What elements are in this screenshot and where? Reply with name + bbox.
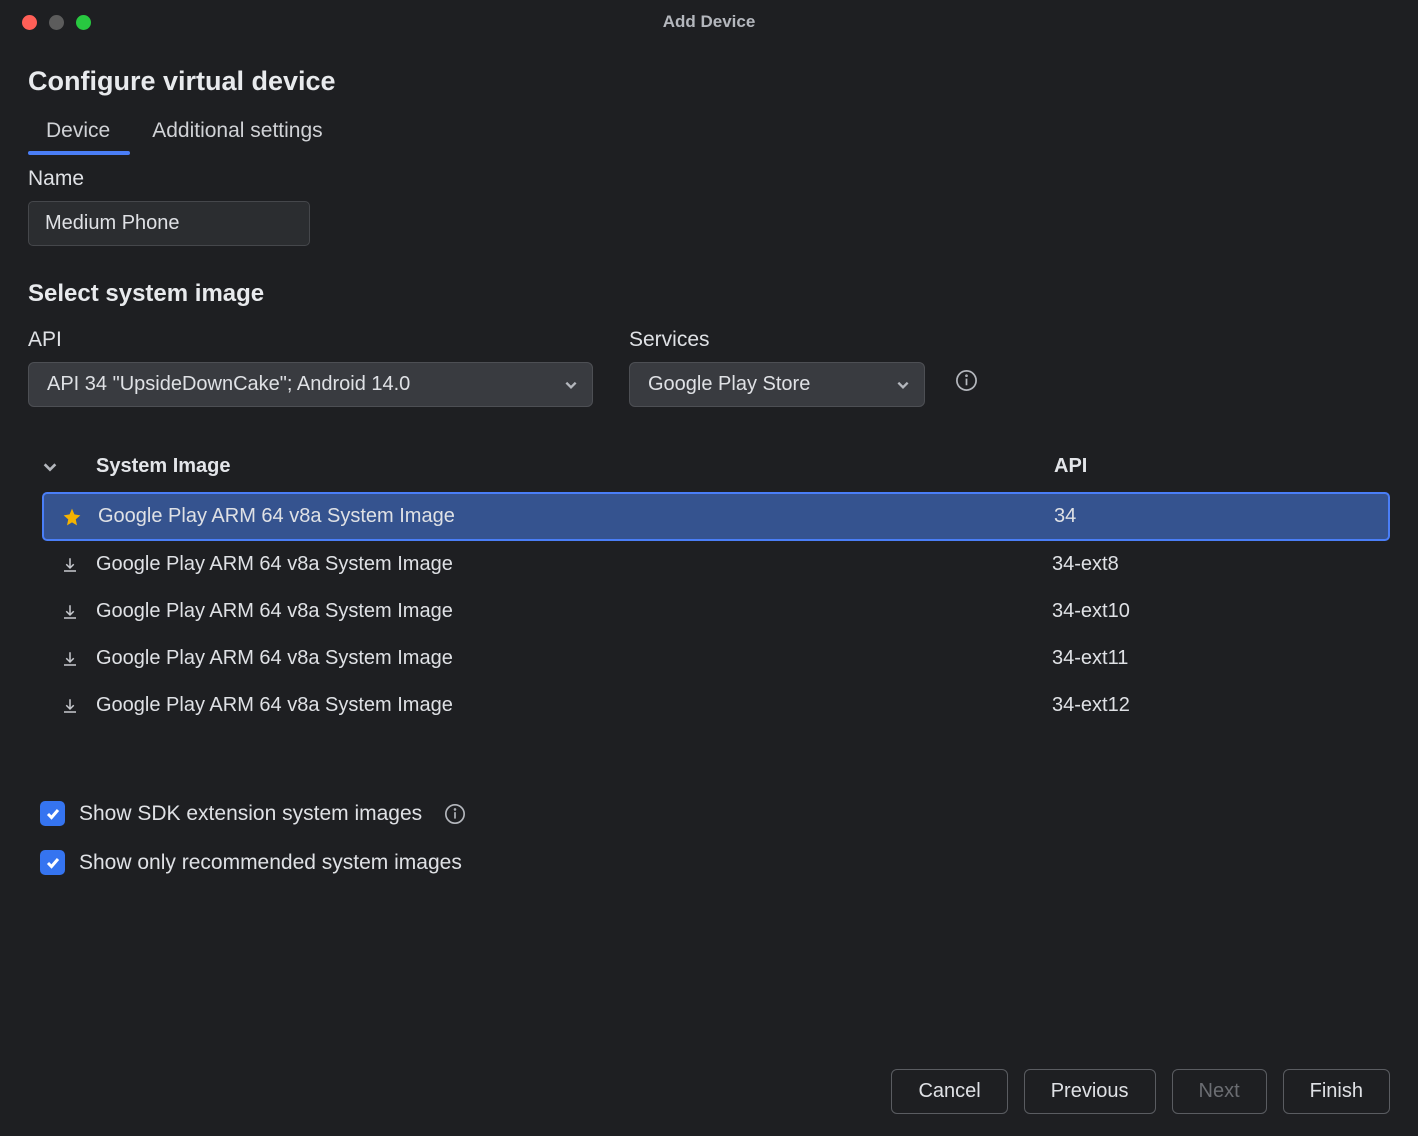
star-icon <box>62 507 82 527</box>
window-close-button[interactable] <box>22 15 37 30</box>
window-maximize-button[interactable] <box>76 15 91 30</box>
row-api: 34-ext12 <box>1052 694 1390 717</box>
column-header-api[interactable]: API <box>1054 455 1390 478</box>
info-icon[interactable] <box>955 369 978 392</box>
cancel-button[interactable]: Cancel <box>891 1069 1007 1114</box>
chevron-down-icon <box>896 378 910 392</box>
services-select[interactable]: Google Play Store <box>629 362 925 407</box>
name-label: Name <box>28 167 1390 191</box>
page-title: Configure virtual device <box>28 66 1390 97</box>
tab-additional-settings[interactable]: Additional settings <box>152 119 322 153</box>
row-api: 34-ext8 <box>1052 553 1390 576</box>
api-label: API <box>28 328 593 352</box>
titlebar: Add Device <box>0 0 1418 44</box>
info-icon[interactable] <box>444 803 466 825</box>
chevron-down-icon <box>564 378 578 392</box>
download-icon <box>61 697 79 715</box>
tabs: Device Additional settings <box>28 119 1390 153</box>
window-title: Add Device <box>0 12 1418 32</box>
table-header: System Image API <box>42 455 1390 492</box>
traffic-lights <box>0 15 91 30</box>
table-row[interactable]: Google Play ARM 64 v8a System Image34-ex… <box>42 635 1390 682</box>
button-bar: Cancel Previous Next Finish <box>891 1069 1390 1114</box>
table-row[interactable]: Google Play ARM 64 v8a System Image34-ex… <box>42 588 1390 635</box>
checkbox-label: Show SDK extension system images <box>79 802 422 826</box>
download-icon <box>61 603 79 621</box>
select-system-image-title: Select system image <box>28 280 1390 308</box>
checkbox-row: Show SDK extension system images <box>40 801 1390 826</box>
row-api: 34-ext10 <box>1052 600 1390 623</box>
row-name: Google Play ARM 64 v8a System Image <box>96 553 1052 576</box>
checkbox[interactable] <box>40 801 65 826</box>
row-name: Google Play ARM 64 v8a System Image <box>98 505 1054 528</box>
download-icon <box>61 650 79 668</box>
window-minimize-button[interactable] <box>49 15 64 30</box>
previous-button[interactable]: Previous <box>1024 1069 1156 1114</box>
system-image-table: System Image API Google Play ARM 64 v8a … <box>28 455 1390 729</box>
table-row[interactable]: Google Play ARM 64 v8a System Image34-ex… <box>42 541 1390 588</box>
row-api: 34-ext11 <box>1052 647 1390 670</box>
services-label: Services <box>629 328 925 352</box>
row-name: Google Play ARM 64 v8a System Image <box>96 694 1052 717</box>
row-name: Google Play ARM 64 v8a System Image <box>96 600 1052 623</box>
next-button: Next <box>1172 1069 1267 1114</box>
finish-button[interactable]: Finish <box>1283 1069 1390 1114</box>
tab-device[interactable]: Device <box>46 119 110 153</box>
table-row[interactable]: Google Play ARM 64 v8a System Image34-ex… <box>42 682 1390 729</box>
row-api: 34 <box>1054 505 1388 528</box>
services-select-value: Google Play Store <box>648 373 810 396</box>
column-header-system-image[interactable]: System Image <box>96 455 1054 478</box>
checkbox[interactable] <box>40 850 65 875</box>
api-select[interactable]: API 34 "UpsideDownCake"; Android 14.0 <box>28 362 593 407</box>
chevron-down-icon[interactable] <box>42 459 58 475</box>
checkbox-row: Show only recommended system images <box>40 850 1390 875</box>
name-input[interactable] <box>28 201 310 246</box>
row-name: Google Play ARM 64 v8a System Image <box>96 647 1052 670</box>
table-row[interactable]: Google Play ARM 64 v8a System Image34 <box>42 492 1390 541</box>
checkbox-label: Show only recommended system images <box>79 851 462 875</box>
api-select-value: API 34 "UpsideDownCake"; Android 14.0 <box>47 373 410 396</box>
download-icon <box>61 556 79 574</box>
